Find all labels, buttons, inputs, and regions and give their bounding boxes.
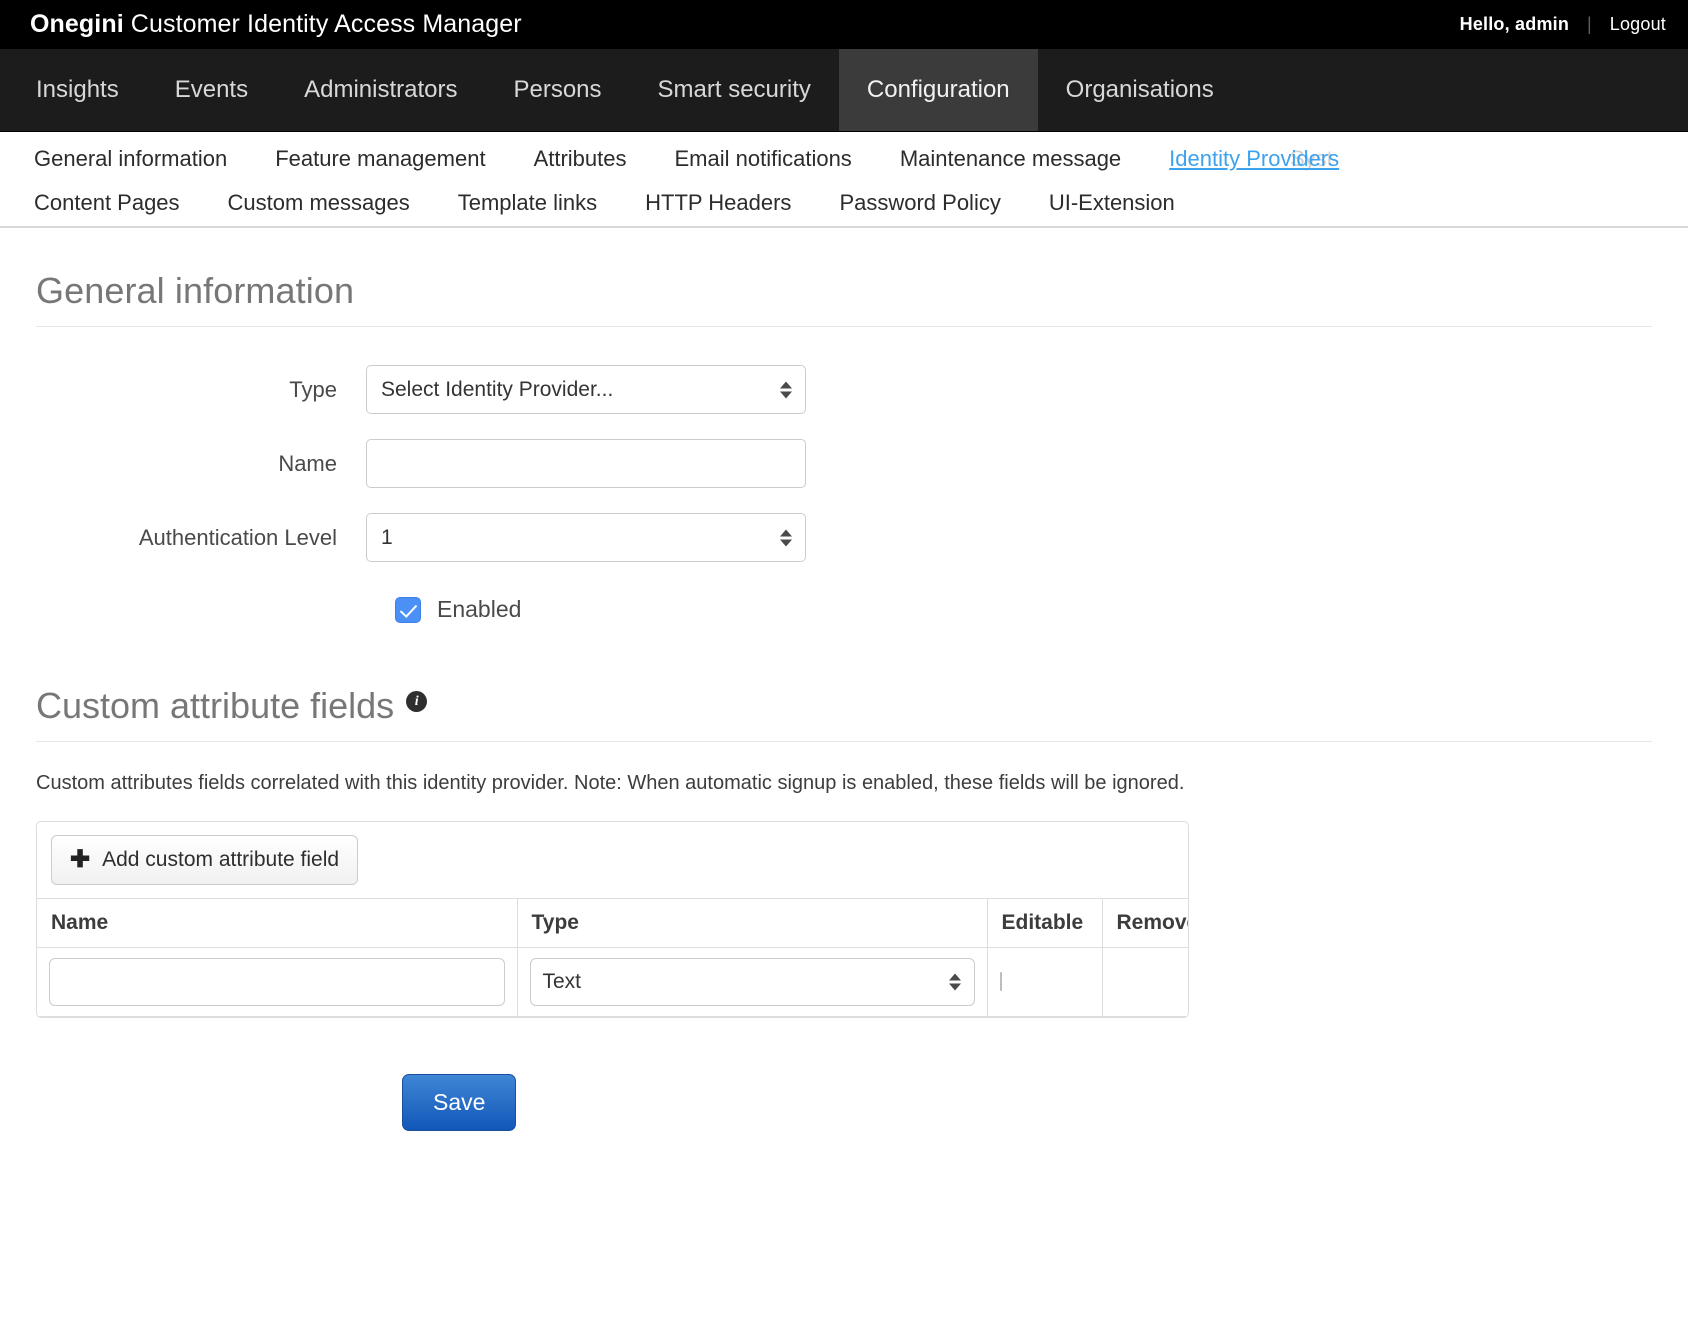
- table-body: Text: [37, 947, 1188, 1017]
- attribute-type-select[interactable]: Text: [529, 958, 975, 1006]
- nav-item-insights[interactable]: Insights: [8, 49, 147, 131]
- app-title: Onegini Customer Identity Access Manager: [30, 10, 522, 39]
- subnav-item-http-headers[interactable]: HTTP Headers: [645, 190, 791, 216]
- section-divider: [36, 326, 1652, 327]
- table-head: Name Type Editable Remove: [37, 898, 1188, 948]
- app-title-brand: Onegini: [30, 10, 124, 38]
- nav-item-administrators[interactable]: Administrators: [276, 49, 485, 131]
- attribute-type-value: Text: [542, 970, 582, 993]
- subnav-item-feature-management[interactable]: Feature management: [275, 146, 485, 172]
- add-custom-attribute-field-label: Add custom attribute field: [102, 848, 340, 871]
- enabled-checkbox[interactable]: [395, 596, 421, 623]
- nav-item-events[interactable]: Events: [147, 49, 276, 131]
- subnav-item-identity-providers[interactable]: Identity Providers: [1169, 146, 1339, 172]
- cell-name: [37, 947, 517, 1017]
- nav-item-persons[interactable]: Persons: [485, 49, 629, 131]
- chevron-updown-icon: [780, 529, 792, 546]
- name-field-wrap: [366, 439, 806, 488]
- subnav-item-ui-extension[interactable]: UI-Extension: [1049, 190, 1175, 216]
- type-select-value: Select Identity Provider...: [381, 377, 614, 401]
- cell-remove: [1101, 947, 1188, 1017]
- logout-link[interactable]: Logout: [1610, 14, 1666, 35]
- column-header-editable: Editable: [986, 898, 1102, 948]
- custom-attribute-fields-title: Custom attribute fields i: [36, 685, 1652, 741]
- app-title-rest: Customer Identity Access Manager: [123, 10, 522, 38]
- column-header-remove: Remove: [1101, 898, 1188, 948]
- subnav-item-custom-messages[interactable]: Custom messages: [228, 190, 410, 216]
- subnav-item-maintenance-message[interactable]: Maintenance message: [900, 146, 1121, 172]
- form-row-authentication-level: Authentication Level 1: [36, 513, 1652, 562]
- authentication-level-select[interactable]: 1: [366, 513, 806, 562]
- plus-icon: ✚: [70, 846, 91, 873]
- subnav-item-email-notifications[interactable]: Email notifications: [675, 146, 852, 172]
- form-row-type: Type Select Identity Provider...: [36, 365, 1652, 414]
- table-header-row: Name Type Editable Remove: [37, 898, 1188, 948]
- subnav-item-password-policy[interactable]: Password Policy: [839, 190, 1000, 216]
- custom-attribute-fields-description: Custom attributes fields correlated with…: [36, 772, 1185, 794]
- chevron-updown-icon: [780, 381, 792, 398]
- custom-attribute-fields-table: Name Type Editable Remove Text: [37, 898, 1188, 1017]
- subnav-item-template-links[interactable]: Template links: [458, 190, 597, 216]
- subnav-item-general-information[interactable]: General information: [34, 146, 227, 172]
- page-content: General information Type Select Identity…: [0, 270, 1688, 1131]
- type-select[interactable]: Select Identity Provider...: [366, 365, 806, 414]
- chevron-updown-icon: [948, 973, 961, 991]
- authentication-level-value: 1: [381, 525, 393, 549]
- form-actions: Save: [36, 1074, 1652, 1131]
- table-row: Text: [37, 947, 1188, 1017]
- label-name: Name: [278, 450, 337, 476]
- sub-navigation-row-1: General information Feature management A…: [0, 146, 1688, 172]
- cell-editable: [986, 947, 1102, 1017]
- label-authentication-level: Authentication Level: [138, 524, 337, 550]
- sub-navigation-row-2: Content Pages Custom messages Template l…: [0, 190, 1688, 216]
- divider: |: [1587, 14, 1592, 34]
- user-area: Hello, admin | Logout: [1460, 14, 1666, 35]
- column-header-name: Name: [37, 898, 517, 948]
- subnav-item-content-pages[interactable]: Content Pages: [34, 190, 180, 216]
- column-header-type: Type: [516, 898, 987, 948]
- panel-header: ✚ Add custom attribute field: [37, 822, 1188, 898]
- name-input[interactable]: [381, 450, 791, 477]
- brand-bar: Onegini Customer Identity Access Manager…: [0, 0, 1688, 49]
- custom-attribute-fields-panel: ✚ Add custom attribute field Name Type E…: [36, 821, 1189, 1018]
- greeting-text: Hello, admin: [1459, 14, 1570, 34]
- save-button[interactable]: Save: [402, 1074, 517, 1131]
- subnav-item-attributes[interactable]: Attributes: [534, 146, 627, 172]
- custom-attribute-fields-heading-text: Custom attribute fields: [36, 685, 395, 726]
- form-row-enabled: Enabled: [366, 596, 1652, 623]
- attribute-name-input[interactable]: [49, 958, 505, 1006]
- attribute-editable-checkbox[interactable]: [999, 972, 1002, 991]
- nav-item-smart-security[interactable]: Smart security: [630, 49, 839, 131]
- main-navigation: Insights Events Administrators Persons S…: [0, 49, 1688, 132]
- nav-item-configuration[interactable]: Configuration: [838, 49, 1038, 131]
- page-title: General information: [36, 270, 355, 311]
- add-custom-attribute-field-button[interactable]: ✚ Add custom attribute field: [51, 835, 359, 885]
- cell-type: Text: [516, 947, 987, 1017]
- general-information-form: Type Select Identity Provider... Name Au…: [36, 365, 1652, 623]
- info-icon[interactable]: i: [406, 691, 428, 712]
- section-divider-2: [36, 741, 1652, 742]
- nav-item-organisations[interactable]: Organisations: [1038, 49, 1242, 131]
- enabled-label: Enabled: [437, 596, 522, 622]
- label-type: Type: [289, 376, 337, 402]
- sub-navigation: General information Feature management A…: [0, 132, 1688, 228]
- form-row-name: Name: [36, 439, 1652, 488]
